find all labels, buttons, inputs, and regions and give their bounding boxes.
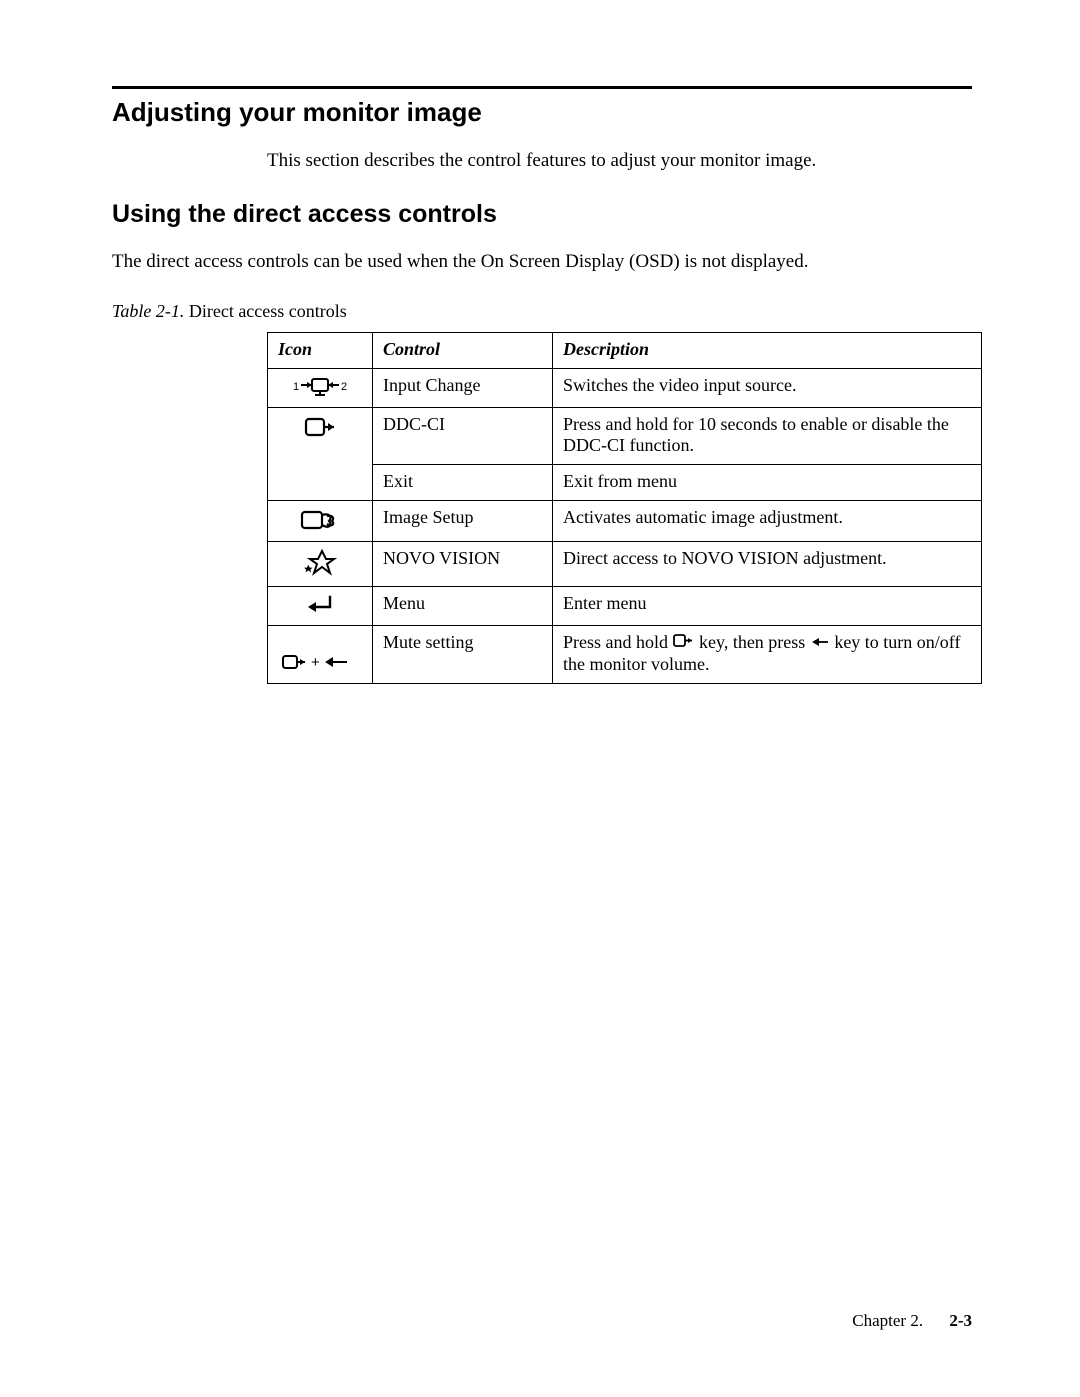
left-arrow-icon-inline: [810, 633, 830, 654]
table-header-row: Icon Control Description: [268, 332, 982, 368]
cell-control: Menu: [373, 586, 553, 625]
cell-description: Press and hold key, then press key to tu…: [553, 625, 982, 683]
cell-description: Direct access to NOVO VISION adjustment.: [553, 541, 982, 586]
footer-page-number: 2-3: [949, 1311, 972, 1330]
enter-icon: [268, 586, 373, 625]
cell-description: Activates automatic image adjustment.: [553, 500, 982, 541]
th-description: Description: [553, 332, 982, 368]
cell-description: Switches the video input source.: [553, 368, 982, 407]
table-row: Image Setup Activates automatic image ad…: [268, 500, 982, 541]
cell-control: NOVO VISION: [373, 541, 553, 586]
table-row: Exit Exit from menu: [268, 464, 982, 500]
table-row: 1 2 Input Change Switches the video inpu…: [268, 368, 982, 407]
page-footer: Chapter 2. 2-3: [852, 1311, 972, 1331]
footer-chapter: Chapter 2.: [852, 1311, 923, 1330]
page-body: Adjusting your monitor image This sectio…: [0, 0, 1080, 684]
heading-h1: Adjusting your monitor image: [112, 97, 972, 128]
svg-text:1: 1: [293, 381, 299, 393]
heading-h2: Using the direct access controls: [112, 200, 972, 229]
table-caption-label: Table 2-1.: [112, 301, 184, 321]
table-row: DDC-CI Press and hold for 10 seconds to …: [268, 407, 982, 464]
cell-control: DDC-CI: [373, 407, 553, 464]
novo-vision-icon: [268, 541, 373, 586]
cell-control: Mute setting: [373, 625, 553, 683]
svg-text:+: +: [311, 654, 320, 671]
top-rule: [112, 86, 972, 89]
desc-part: key, then press: [695, 632, 810, 652]
cell-description: Exit from menu: [553, 464, 982, 500]
table-row: + Mute setting Press and hold key, then …: [268, 625, 982, 683]
desc-part: Press and hold: [563, 632, 673, 652]
cell-control: Input Change: [373, 368, 553, 407]
th-control: Control: [373, 332, 553, 368]
controls-table: Icon Control Description: [267, 332, 982, 684]
table-row: Menu Enter menu: [268, 586, 982, 625]
table-row: NOVO VISION Direct access to NOVO VISION…: [268, 541, 982, 586]
image-setup-icon: [268, 500, 373, 541]
mute-combo-icon: +: [268, 625, 373, 683]
subintro-text: The direct access controls can be used w…: [112, 249, 972, 275]
cell-description: Press and hold for 10 seconds to enable …: [553, 407, 982, 464]
input-change-icon: 1 2: [268, 368, 373, 407]
intro-text: This section describes the control featu…: [267, 150, 972, 172]
svg-text:2: 2: [341, 381, 347, 393]
cell-control: Exit: [373, 464, 553, 500]
exit-icon-inline: [673, 633, 695, 654]
cell-control: Image Setup: [373, 500, 553, 541]
table-caption-text: Direct access controls: [189, 301, 347, 321]
exit-icon: [268, 407, 373, 500]
cell-description: Enter menu: [553, 586, 982, 625]
th-icon: Icon: [268, 332, 373, 368]
table-caption: Table 2-1. Direct access controls: [112, 301, 972, 322]
